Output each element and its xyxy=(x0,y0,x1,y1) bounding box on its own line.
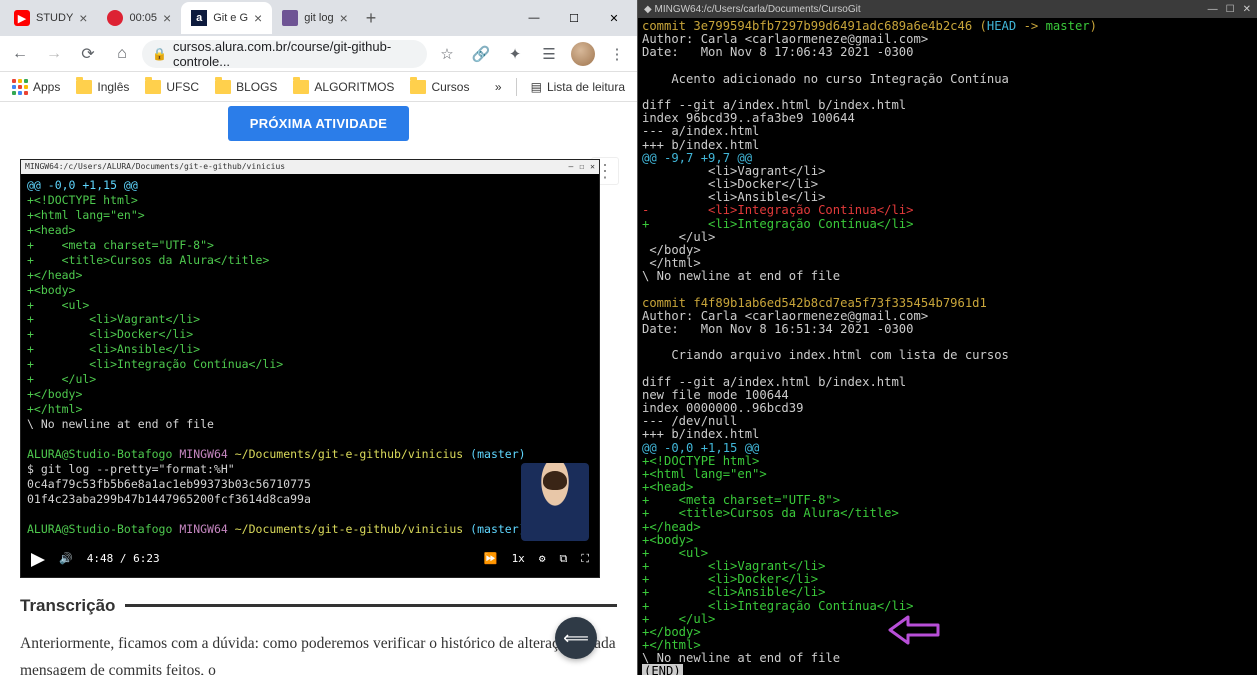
tab-git-alura[interactable]: a Git e G × xyxy=(181,2,272,34)
reload-button[interactable]: ⟳ xyxy=(74,40,102,68)
tab-strip: ▶ STUDY × 00:05 × a Git e G × git log × … xyxy=(0,0,637,36)
share-button[interactable]: 🔗 xyxy=(467,40,495,68)
minimize-button[interactable]: ― xyxy=(1208,4,1218,15)
video-title-text: MINGW64:/c/Users/ALURA/Documents/git-e-g… xyxy=(25,162,285,173)
maximize-button[interactable]: ☐ xyxy=(1226,4,1235,15)
star-button[interactable]: ☆ xyxy=(433,40,461,68)
tab-label: git log xyxy=(304,12,333,24)
pomo-icon xyxy=(107,10,123,26)
pip-button[interactable]: ⧉ xyxy=(559,552,567,567)
bookmark-ingles[interactable]: Inglês xyxy=(70,76,135,98)
chrome-window: ▶ STUDY × 00:05 × a Git e G × git log × … xyxy=(0,0,638,675)
annotation-arrow-icon xyxy=(844,601,940,661)
forward-button[interactable]: → xyxy=(40,40,68,68)
minimize-button[interactable]: ― xyxy=(515,4,553,32)
video-terminal-content: @@ -0,0 +1,15 @@ +<!DOCTYPE html> +<html… xyxy=(21,174,599,577)
close-icon[interactable]: × xyxy=(79,10,87,26)
play-button[interactable] xyxy=(31,553,45,567)
volume-button[interactable]: 🔊 xyxy=(59,552,73,567)
video-controls: 🔊 4:48 / 6:23 ⏩ 1x ⚙ ⧉ ⛶ xyxy=(21,543,599,577)
terminal-output[interactable]: commit 3e799594bfb7297b99d6491adc689a6e4… xyxy=(638,18,1257,675)
back-fab-button[interactable]: ⟸ xyxy=(555,617,597,659)
section-title: Transcrição xyxy=(20,596,617,616)
apps-label: Apps xyxy=(33,80,60,94)
mingw-icon: ◆ xyxy=(644,4,652,15)
terminal-title-bar: ◆ MINGW64:/c/Users/carla/Documents/Curso… xyxy=(638,0,1257,18)
lock-icon: 🔒 xyxy=(152,47,167,61)
profile-avatar[interactable] xyxy=(569,40,597,68)
transcript-text: Anteriormente, ficamos com a dúvida: com… xyxy=(20,630,617,675)
settings-button[interactable]: ⚙ xyxy=(539,552,546,567)
reading-list-icon[interactable]: ☰ xyxy=(535,40,563,68)
bookmark-ufsc[interactable]: UFSC xyxy=(139,76,205,98)
bookmarks-bar: Apps Inglês UFSC BLOGS ALGORITMOS Cursos… xyxy=(0,72,637,102)
speed-button[interactable]: 1x xyxy=(512,552,525,567)
close-icon[interactable]: × xyxy=(340,10,348,26)
window-controls: ― ☐ ✕ xyxy=(515,4,633,32)
alura-icon: a xyxy=(191,10,207,26)
apps-button[interactable]: Apps xyxy=(6,75,66,99)
bookmark-blogs[interactable]: BLOGS xyxy=(209,76,283,98)
back-button[interactable]: ← xyxy=(6,40,34,68)
fullscreen-button[interactable]: ⛶ xyxy=(581,552,589,567)
page-content: PRÓXIMA ATIVIDADE ⋮ MINGW64:/c/Users/ALU… xyxy=(0,102,637,675)
instructor-video-thumbnail xyxy=(521,463,589,541)
tab-pomo[interactable]: 00:05 × xyxy=(97,2,181,34)
git-icon xyxy=(282,10,298,26)
video-player[interactable]: MINGW64:/c/Users/ALURA/Documents/git-e-g… xyxy=(20,159,600,578)
youtube-icon: ▶ xyxy=(14,10,30,26)
folder-icon xyxy=(145,80,161,94)
video-container: ⋮ MINGW64:/c/Users/ALURA/Documents/git-e… xyxy=(20,159,617,578)
tab-study[interactable]: ▶ STUDY × xyxy=(4,2,97,34)
maximize-button[interactable]: ☐ xyxy=(555,4,593,32)
folder-icon xyxy=(215,80,231,94)
new-tab-button[interactable]: + xyxy=(358,8,385,29)
close-icon[interactable]: × xyxy=(254,10,262,26)
url-text: cursos.alura.com.br/course/git-github-co… xyxy=(173,40,417,68)
close-button[interactable]: ✕ xyxy=(1243,4,1251,15)
mingw-terminal-window: ◆ MINGW64:/c/Users/carla/Documents/Curso… xyxy=(638,0,1257,675)
extensions-button[interactable]: ✦ xyxy=(501,40,529,68)
tab-label: STUDY xyxy=(36,12,73,24)
tab-label: Git e G xyxy=(213,12,248,24)
skip-button[interactable]: ⏩ xyxy=(484,552,498,567)
terminal-window-controls: ― ☐ ✕ xyxy=(1208,4,1251,15)
next-activity-button[interactable]: PRÓXIMA ATIVIDADE xyxy=(228,106,410,141)
folder-icon xyxy=(76,80,92,94)
close-icon[interactable]: × xyxy=(163,10,171,26)
tab-label: 00:05 xyxy=(129,12,157,24)
video-time: 4:48 / 6:23 xyxy=(87,552,160,567)
bookmark-algoritmos[interactable]: ALGORITMOS xyxy=(287,76,400,98)
url-input[interactable]: 🔒 cursos.alura.com.br/course/git-github-… xyxy=(142,40,427,68)
home-button[interactable]: ⌂ xyxy=(108,40,136,68)
menu-button[interactable]: ⋮ xyxy=(603,40,631,68)
apps-icon xyxy=(12,79,28,95)
terminal-title-text: MINGW64:/c/Users/carla/Documents/CursoGi… xyxy=(654,4,860,15)
folder-icon xyxy=(293,80,309,94)
address-bar: ← → ⟳ ⌂ 🔒 cursos.alura.com.br/course/git… xyxy=(0,36,637,72)
bookmark-overflow[interactable]: » xyxy=(489,76,508,98)
video-titlebar: MINGW64:/c/Users/ALURA/Documents/git-e-g… xyxy=(21,160,599,174)
folder-icon xyxy=(410,80,426,94)
bookmark-cursos[interactable]: Cursos xyxy=(404,76,475,98)
tab-gitlog[interactable]: git log × xyxy=(272,2,358,34)
reading-list-button[interactable]: ▤ Lista de leitura xyxy=(525,76,631,98)
reading-list-icon: ▤ xyxy=(531,80,542,94)
close-window-button[interactable]: ✕ xyxy=(595,4,633,32)
